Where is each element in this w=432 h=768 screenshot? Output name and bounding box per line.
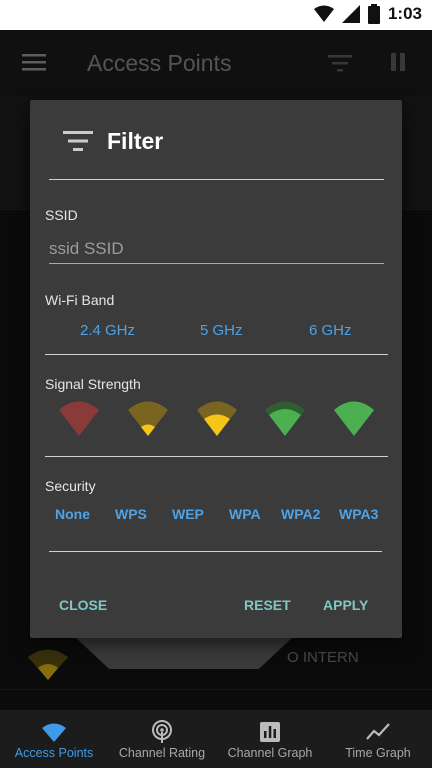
- status-time: 1:03: [387, 4, 422, 23]
- bottom-navigation: Access Points Channel Rating Channel Gra…: [0, 710, 432, 768]
- divider: [45, 354, 388, 355]
- nav-label: Channel Graph: [227, 746, 313, 760]
- channel-rating-icon: [152, 720, 172, 743]
- security-wep-toggle[interactable]: WEP: [172, 506, 204, 522]
- security-wpa3-toggle[interactable]: WPA3: [339, 506, 378, 522]
- security-wpa2-toggle[interactable]: WPA2: [281, 506, 320, 522]
- band-2-4ghz-toggle[interactable]: 2.4 GHz: [80, 322, 135, 339]
- dialog-title: Filter: [107, 128, 164, 154]
- band-6ghz-toggle[interactable]: 6 GHz: [309, 322, 352, 339]
- signal-strength-2-toggle[interactable]: [197, 400, 237, 436]
- signal-strength-3-toggle[interactable]: [265, 400, 305, 436]
- wifi-band-label: Wi-Fi Band: [45, 292, 115, 308]
- ssid-input[interactable]: [49, 234, 383, 264]
- bar-chart-icon: [260, 722, 280, 742]
- nav-channel-graph[interactable]: Channel Graph: [216, 710, 324, 768]
- filter-dialog: Filter SSID Wi-Fi Band 2.4 GHz 5 GHz 6 G…: [30, 100, 402, 638]
- reset-button[interactable]: RESET: [244, 597, 291, 613]
- nav-access-points[interactable]: Access Points: [0, 710, 108, 768]
- wifi-icon: [42, 723, 66, 742]
- nav-label: Channel Rating: [118, 746, 206, 760]
- security-wps-toggle[interactable]: WPS: [115, 506, 147, 522]
- ssid-label: SSID: [45, 207, 78, 223]
- band-5ghz-toggle[interactable]: 5 GHz: [200, 322, 243, 339]
- signal-strength-0-toggle[interactable]: [59, 400, 99, 436]
- divider: [49, 551, 382, 552]
- divider: [49, 179, 384, 180]
- signal-strength-label: Signal Strength: [45, 376, 141, 392]
- security-none-toggle[interactable]: None: [55, 506, 90, 522]
- nav-time-graph[interactable]: Time Graph: [324, 710, 432, 768]
- status-bar: 1:03: [0, 0, 432, 30]
- filter-icon: [63, 131, 93, 151]
- battery-icon: [367, 4, 380, 24]
- nav-label: Access Points: [14, 746, 94, 760]
- security-wpa-toggle[interactable]: WPA: [229, 506, 261, 522]
- apply-button[interactable]: APPLY: [323, 597, 368, 613]
- nav-channel-rating[interactable]: Channel Rating: [108, 710, 216, 768]
- wifi-status-icon: [313, 5, 334, 22]
- cell-signal-icon: [341, 5, 360, 23]
- ssid-underline: [49, 263, 384, 264]
- divider: [45, 456, 388, 457]
- security-label: Security: [45, 478, 96, 494]
- dialog-tab: [74, 636, 294, 669]
- close-button[interactable]: CLOSE: [59, 597, 107, 613]
- signal-strength-4-toggle[interactable]: [334, 400, 374, 436]
- nav-label: Time Graph: [345, 746, 411, 760]
- signal-strength-1-toggle[interactable]: [128, 400, 168, 436]
- line-chart-icon: [366, 723, 390, 740]
